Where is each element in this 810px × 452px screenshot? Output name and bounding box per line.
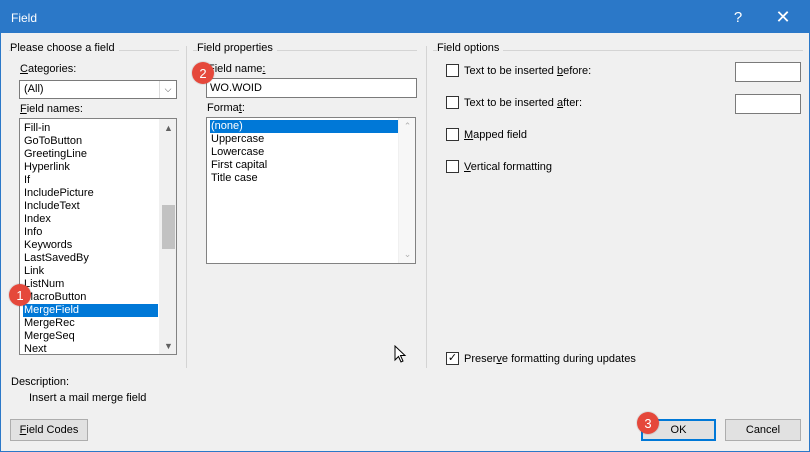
field-name-label: Field name: [208, 63, 266, 75]
help-icon: ? [733, 8, 743, 26]
field-name-item[interactable]: Next [23, 343, 158, 356]
step-badge-1: 1 [9, 284, 31, 306]
text-before-input[interactable] [735, 62, 801, 82]
checkbox-icon[interactable] [446, 96, 459, 109]
left-middle-divider [186, 46, 187, 368]
format-item[interactable]: Lowercase [210, 146, 398, 159]
description-text: Insert a mail merge field [29, 392, 147, 404]
field-names-scrollbar[interactable]: ▲ ▼ [159, 119, 176, 354]
field-name-item[interactable]: Link [23, 265, 158, 278]
field-name-item[interactable]: Info [23, 226, 158, 239]
field-name-item[interactable]: LastSavedBy [23, 252, 158, 265]
step-badge-2: 2 [192, 62, 214, 84]
close-button[interactable]: ✕ [761, 1, 805, 33]
help-button[interactable]: ? [716, 1, 760, 33]
checkbox-icon[interactable] [446, 128, 459, 141]
field-name-item[interactable]: ListNum [23, 278, 158, 291]
categories-label: Categories: [20, 63, 77, 75]
field-name-item[interactable]: Hyperlink [23, 161, 158, 174]
field-name-item[interactable]: MergeRec [23, 317, 158, 330]
field-name-item[interactable]: GreetingLine [23, 148, 158, 161]
scroll-up-icon[interactable]: ▲ [160, 119, 177, 136]
format-item[interactable]: Uppercase [210, 133, 398, 146]
mapped-field-label: Mapped field [464, 128, 527, 141]
description-label: Description: [11, 376, 70, 388]
format-item[interactable]: Title case [210, 172, 398, 185]
preserve-formatting-checkbox[interactable]: ✓ Preserve formatting during updates [446, 352, 636, 365]
checkmark-icon[interactable]: ✓ [446, 352, 459, 365]
field-name-item[interactable]: MergeSeq [23, 330, 158, 343]
format-item[interactable]: First capital [210, 159, 398, 172]
middle-right-divider [426, 46, 427, 368]
text-after-input[interactable] [735, 94, 801, 114]
mapped-field-checkbox[interactable]: Mapped field [446, 128, 527, 141]
field-name-item[interactable]: MergeField [23, 304, 158, 317]
field-name-item[interactable]: Keywords [23, 239, 158, 252]
field-dialog: Field ? ✕ Please choose a field Categori… [0, 0, 810, 452]
text-before-label: Text to be inserted before: [464, 64, 592, 77]
field-name-item[interactable]: If [23, 174, 158, 187]
chevron-down-icon[interactable]: ⌵ [159, 81, 176, 98]
cancel-button[interactable]: Cancel [725, 419, 801, 441]
checkbox-icon[interactable] [446, 64, 459, 77]
field-name-input[interactable]: WO.WOID [206, 78, 417, 98]
field-name-item[interactable]: GoToButton [23, 135, 158, 148]
scroll-thumb[interactable] [162, 205, 175, 249]
field-name-item[interactable]: MacroButton [23, 291, 158, 304]
right-group-label: Field options [437, 42, 504, 54]
format-list[interactable]: Title case First capital Lowercase Uppercas… [206, 117, 416, 264]
text-before-checkbox[interactable]: Text to be inserted before: [446, 64, 591, 77]
left-group-label: Please choose a field [10, 42, 119, 54]
field-name-item[interactable]: IncludePicture [23, 187, 158, 200]
format-item[interactable]: (none) [210, 120, 398, 133]
scroll-up-icon[interactable]: ⌃ [399, 118, 416, 135]
title-bar: Field ? ✕ [1, 1, 809, 33]
checkbox-icon[interactable] [446, 160, 459, 173]
scroll-down-icon[interactable]: ⌄ [399, 246, 416, 263]
vertical-formatting-label: Vertical formatting [464, 160, 553, 173]
format-label: Format: [207, 102, 245, 114]
format-scrollbar[interactable]: ⌃ ⌄ [398, 118, 415, 263]
field-names-list[interactable]: Next MergeSeq MergeRec MergeField MacroButto… [19, 118, 177, 355]
categories-value: (All) [24, 83, 44, 95]
middle-group-label: Field properties [197, 42, 277, 54]
field-name-item[interactable]: Index [23, 213, 158, 226]
preserve-formatting-label: Preserve formatting during updates [464, 352, 636, 365]
window-title: Field [11, 11, 38, 25]
text-after-label: Text to be inserted after: [464, 96, 583, 109]
step-badge-3: 3 [637, 412, 659, 434]
field-name-item[interactable]: IncludeText [23, 200, 158, 213]
scroll-down-icon[interactable]: ▼ [160, 337, 177, 354]
mouse-pointer-icon [394, 345, 407, 363]
field-names-label: Field names: [20, 103, 83, 115]
close-icon: ✕ [775, 6, 791, 27]
categories-dropdown[interactable]: (All) ⌵ [19, 80, 177, 99]
field-name-value: WO.WOID [210, 82, 262, 94]
vertical-formatting-checkbox[interactable]: Vertical formatting [446, 160, 552, 173]
text-after-checkbox[interactable]: Text to be inserted after: [446, 96, 582, 109]
field-codes-button[interactable]: Field Codes [10, 419, 88, 441]
field-name-item[interactable]: Fill-in [23, 122, 158, 135]
